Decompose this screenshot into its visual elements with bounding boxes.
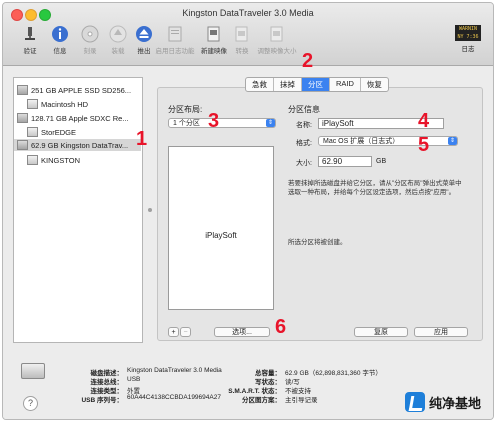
sidebar-item-macintosh-hd[interactable]: Macintosh HD xyxy=(27,98,141,110)
info-key: 分区图方案： xyxy=(242,397,281,404)
external-disk-icon xyxy=(21,363,45,379)
partition-info-heading: 分区信息 xyxy=(288,105,320,114)
partition-pane: 分区布局: 1 个分区 ⇕ iPlaySoft + − 选项... 分区信息 名… xyxy=(157,87,483,341)
volume-icon xyxy=(27,127,38,137)
hard-disk-icon xyxy=(17,85,28,95)
microscope-icon xyxy=(21,25,39,43)
partition-size-field[interactable]: 62.90 xyxy=(318,156,372,167)
sidebar-item-apple-ssd[interactable]: 251 GB APPLE SSD SD256... xyxy=(17,84,141,96)
partition-preview-label: iPlaySoft xyxy=(205,231,237,240)
info-value: Kingston DataTraveler 3.0 Media xyxy=(127,367,222,374)
callout-number: 1 xyxy=(136,128,148,150)
watermark: 纯净基地 xyxy=(405,392,481,412)
tab-first-aid[interactable]: 急救 xyxy=(246,78,274,91)
info-icon xyxy=(51,25,69,43)
resize-image-icon xyxy=(268,25,286,43)
watermark-text: 纯净基地 xyxy=(429,396,482,412)
watermark-logo-icon xyxy=(405,392,425,412)
partition-layout-select[interactable]: 1 个分区 ⇕ xyxy=(168,118,276,128)
options-button[interactable]: 选项... xyxy=(214,327,270,337)
tab-bar: 急救 抹掉 分区 RAID 恢复 xyxy=(245,77,389,92)
sidebar-item-kingston-volume[interactable]: KINGSTON xyxy=(27,154,141,166)
verify-button[interactable]: 验证 xyxy=(13,25,47,55)
convert-button[interactable]: 转换 xyxy=(225,25,259,55)
callout-number: 6 xyxy=(275,316,287,338)
add-partition-button[interactable]: + xyxy=(168,327,179,337)
split-view-handle[interactable] xyxy=(148,208,152,212)
partition-instructions: 若要抹掉所选磁盘并给它分区，请从"分区布局"弹出式菜单中选取一种布局，并给每个分… xyxy=(288,180,462,196)
disk-list-sidebar[interactable]: 251 GB APPLE SSD SD256... Macintosh HD 1… xyxy=(13,77,143,343)
volume-icon xyxy=(27,99,38,109)
journal-icon xyxy=(166,25,184,43)
callout-number: 2 xyxy=(302,50,314,72)
apply-button[interactable]: 应用 xyxy=(414,327,468,337)
mount-icon xyxy=(109,25,127,43)
name-label: 名称: xyxy=(296,122,312,129)
title-bar: Kingston DataTraveler 3.0 Media 验证 信息 刻录… xyxy=(3,3,493,66)
log-console-icon: WARNIN NY 7:36 xyxy=(455,25,481,41)
sidebar-item-apple-sdxc[interactable]: 128.71 GB Apple SDXC Re... xyxy=(17,112,141,124)
window-title: Kingston DataTraveler 3.0 Media xyxy=(182,8,314,18)
partition-panel: 分区布局: 1 个分区 ⇕ iPlaySoft + − 选项... 分区信息 名… xyxy=(157,77,483,341)
callout-number: 3 xyxy=(208,110,220,132)
revert-button[interactable]: 复原 xyxy=(354,327,408,337)
tab-erase[interactable]: 抹掉 xyxy=(274,78,302,91)
info-key: USB 序列号： xyxy=(81,397,123,404)
partition-preview[interactable]: iPlaySoft xyxy=(168,146,274,310)
tab-raid[interactable]: RAID xyxy=(330,78,361,91)
size-unit-label: GB xyxy=(376,158,387,165)
sidebar-item-storedge[interactable]: StorEDGE xyxy=(27,126,141,138)
enable-journaling-button[interactable]: 启用日志功能 xyxy=(153,25,197,55)
tab-restore[interactable]: 恢复 xyxy=(361,78,388,91)
partition-format-select[interactable]: Mac OS 扩展（日志式） ⇕ xyxy=(318,136,458,146)
chevron-updown-icon: ⇕ xyxy=(448,137,457,145)
callout-number: 5 xyxy=(418,134,430,156)
eject-icon xyxy=(135,25,153,43)
burn-icon xyxy=(81,25,99,43)
sd-card-icon xyxy=(17,113,28,123)
convert-icon xyxy=(233,25,251,43)
new-image-icon xyxy=(205,25,223,43)
chevron-updown-icon: ⇕ xyxy=(266,119,275,127)
info-button[interactable]: 信息 xyxy=(43,25,77,55)
sidebar-item-kingston-disk[interactable]: 62.9 GB Kingston DataTrav... xyxy=(14,139,141,151)
info-value: 主引导记录 xyxy=(285,397,318,404)
disk-utility-window: Kingston DataTraveler 3.0 Media 验证 信息 刻录… xyxy=(2,2,494,420)
resize-image-button[interactable]: 调整映像大小 xyxy=(255,25,299,55)
log-button[interactable]: WARNIN NY 7:36 日志 xyxy=(453,25,483,53)
info-value: USB xyxy=(127,376,141,383)
remove-partition-button[interactable]: − xyxy=(180,327,191,337)
volume-icon xyxy=(27,155,38,165)
help-button[interactable]: ? xyxy=(23,396,38,411)
tab-partition[interactable]: 分区 xyxy=(302,78,330,91)
size-label: 大小: xyxy=(296,160,312,167)
format-label: 格式: xyxy=(296,140,312,147)
layout-heading: 分区布局: xyxy=(168,105,203,114)
info-value: 60A44C4138CCBDA199694A27 xyxy=(127,394,221,401)
callout-number: 4 xyxy=(418,110,430,132)
usb-disk-icon xyxy=(17,140,28,150)
partition-create-note: 所选分区将被创建。 xyxy=(288,239,347,246)
